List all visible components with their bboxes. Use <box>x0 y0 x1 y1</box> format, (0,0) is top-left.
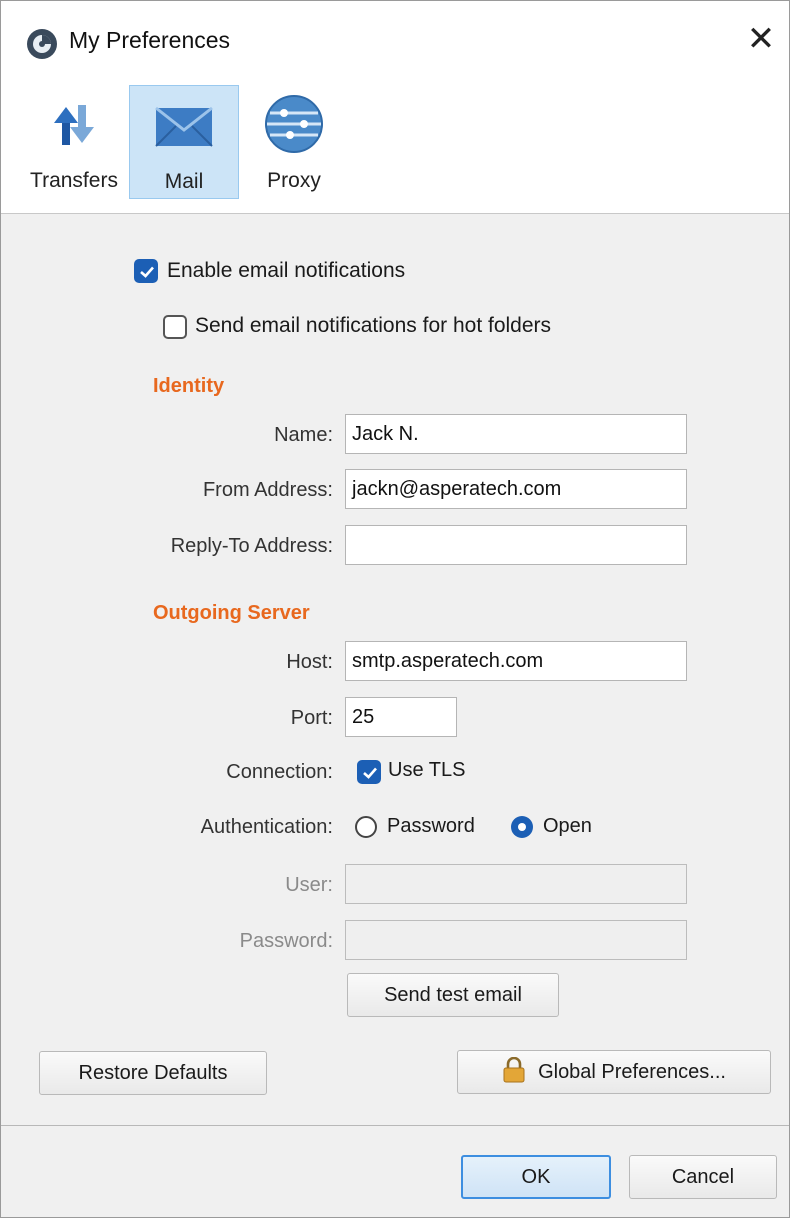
footer-separator <box>1 1125 789 1126</box>
user-label: User: <box>285 874 333 896</box>
hot-folders-label: Send email notifications for hot folders <box>195 314 552 337</box>
tab-proxy[interactable]: Proxy <box>239 85 349 199</box>
title-bar: My Preferences ✕ <box>1 1 789 77</box>
close-button[interactable]: ✕ <box>741 19 781 59</box>
send-test-email-button[interactable]: Send test email <box>347 973 559 1017</box>
name-label: Name: <box>274 424 333 446</box>
connection-label: Connection: <box>226 761 333 783</box>
tab-transfers[interactable]: Transfers <box>19 85 129 199</box>
preferences-toolbar: Transfers Mail Proxy <box>1 77 789 214</box>
identity-section-title: Identity <box>153 375 225 397</box>
checkmark-icon <box>140 266 154 278</box>
reply-to-address-field[interactable] <box>345 525 687 565</box>
port-field[interactable]: 25 <box>345 697 457 737</box>
use-tls-checkbox[interactable] <box>357 760 381 784</box>
outgoing-server-section-title: Outgoing Server <box>153 602 310 624</box>
restore-defaults-button[interactable]: Restore Defaults <box>39 1051 267 1095</box>
close-icon: ✕ <box>746 20 776 58</box>
authentication-label: Authentication: <box>200 816 333 838</box>
enable-notifications-checkbox[interactable] <box>134 259 158 283</box>
window-title: My Preferences <box>69 27 231 53</box>
port-label: Port: <box>290 707 333 729</box>
auth-password-label: Password <box>387 815 475 837</box>
ok-button[interactable]: OK <box>461 1155 611 1199</box>
from-address-label: From Address: <box>202 479 333 501</box>
proxy-icon <box>265 95 323 153</box>
tab-mail[interactable]: Mail <box>129 85 239 199</box>
lock-icon <box>503 1056 525 1083</box>
global-preferences-button[interactable]: Global Preferences... <box>457 1050 771 1094</box>
use-tls-label: Use TLS <box>388 759 466 781</box>
checkmark-icon <box>363 767 377 779</box>
enable-notifications-label: Enable email notifications <box>167 259 406 282</box>
global-preferences-label: Global Preferences... <box>538 1061 726 1083</box>
preferences-dialog: My Preferences ✕ Transfers Mail Proxy En… <box>0 0 790 1218</box>
tab-proxy-label: Proxy <box>267 169 321 192</box>
password-label: Password: <box>239 930 333 952</box>
reply-to-address-label: Reply-To Address: <box>170 535 333 557</box>
hot-folders-checkbox[interactable] <box>163 315 187 339</box>
host-label: Host: <box>286 651 333 673</box>
tab-transfers-label: Transfers <box>30 169 118 192</box>
tab-mail-label: Mail <box>164 170 204 193</box>
app-logo-icon <box>27 29 57 59</box>
auth-password-radio[interactable] <box>355 816 377 838</box>
from-address-field[interactable]: jackn@asperatech.com <box>345 469 687 509</box>
user-field[interactable] <box>345 864 687 904</box>
transfers-icon <box>54 105 94 145</box>
mail-icon <box>155 106 213 147</box>
host-field[interactable]: smtp.asperatech.com <box>345 641 687 681</box>
auth-open-label: Open <box>543 815 592 837</box>
password-field[interactable] <box>345 920 687 960</box>
name-field[interactable]: Jack N. <box>345 414 687 454</box>
auth-open-radio[interactable] <box>511 816 533 838</box>
cancel-button[interactable]: Cancel <box>629 1155 777 1199</box>
